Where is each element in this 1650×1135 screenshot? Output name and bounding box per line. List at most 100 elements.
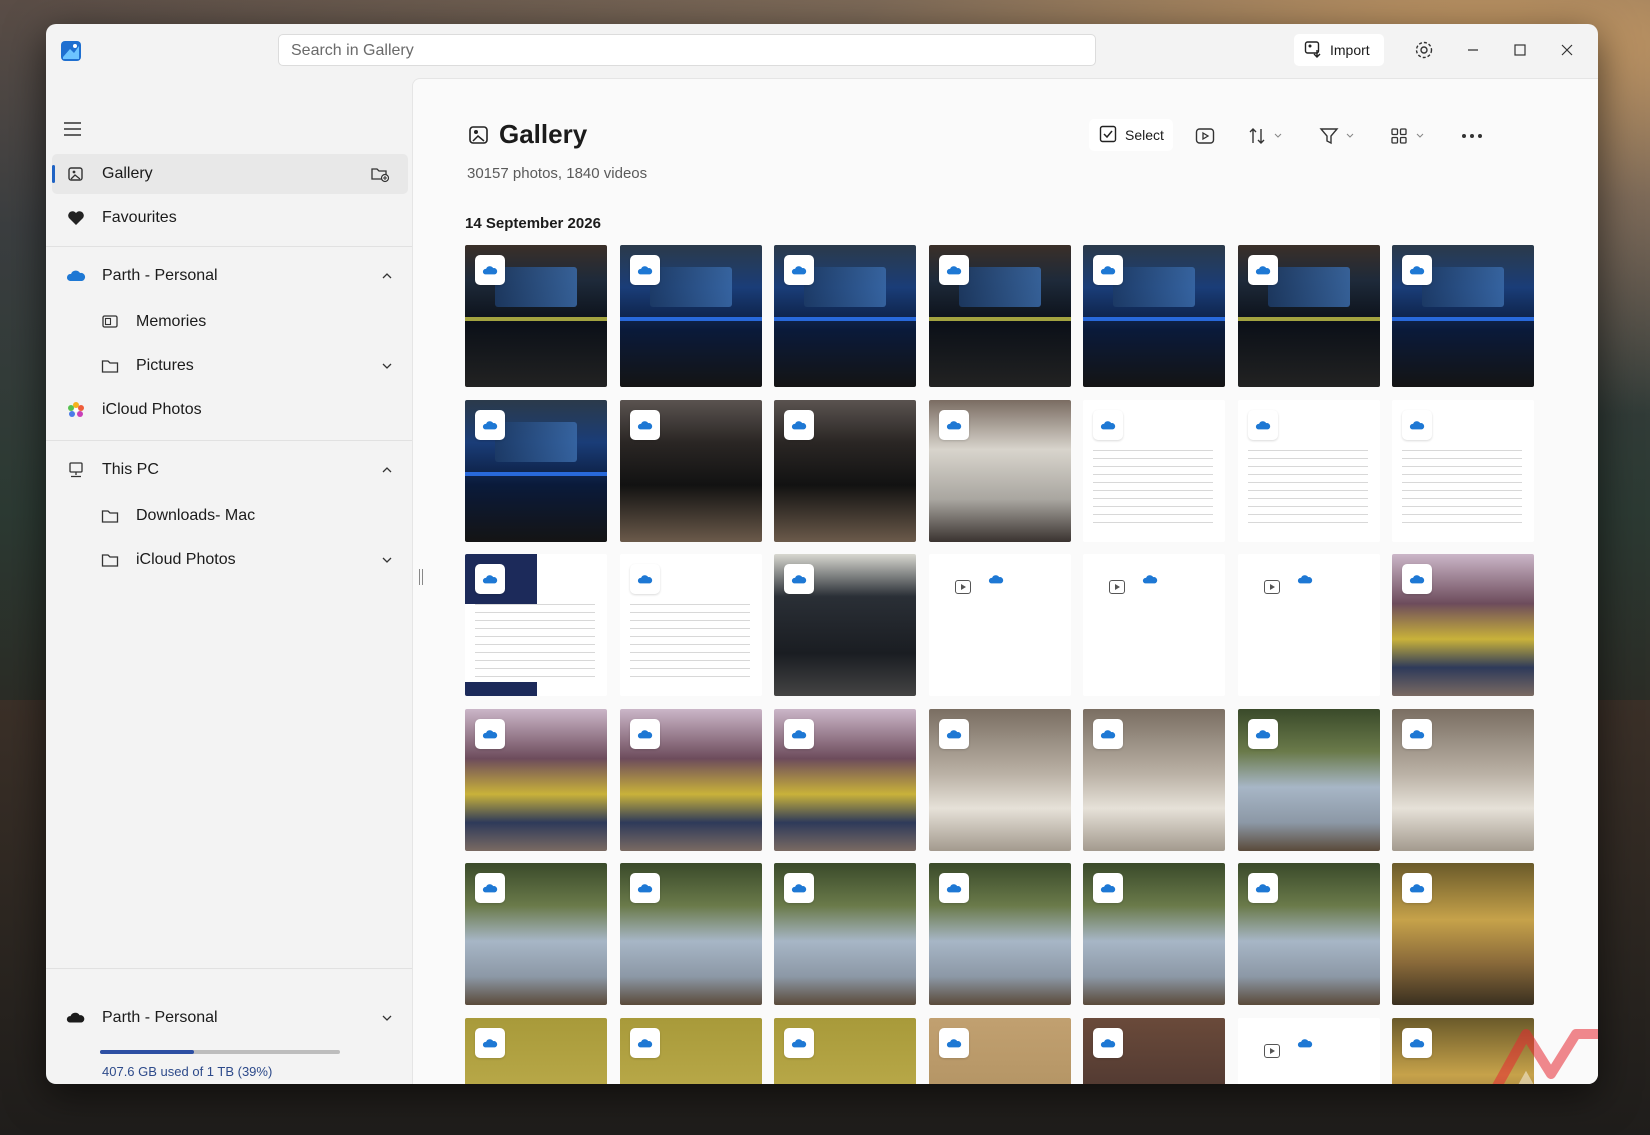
photo-thumbnail[interactable] (465, 245, 607, 387)
photo-thumbnail[interactable] (620, 554, 762, 696)
onedrive-cloud-icon (1290, 564, 1320, 594)
photo-thumbnail[interactable] (1392, 400, 1534, 542)
photo-thumbnail[interactable] (1392, 554, 1534, 696)
photo-thumbnail[interactable] (929, 709, 1071, 851)
photo-thumbnail[interactable] (929, 245, 1071, 387)
onedrive-cloud-icon (630, 255, 660, 285)
photo-thumbnail[interactable] (1238, 709, 1380, 851)
photo-thumbnail[interactable] (774, 554, 916, 696)
settings-gear-icon[interactable] (1412, 38, 1436, 62)
memories-icon (100, 312, 120, 332)
page-title: Gallery (499, 119, 588, 149)
video-thumbnail[interactable] (1083, 554, 1225, 696)
sidebar-divider (46, 246, 412, 247)
close-icon[interactable] (1555, 38, 1579, 62)
maximize-icon[interactable] (1508, 38, 1532, 62)
onedrive-cloud-icon (630, 873, 660, 903)
add-folder-icon[interactable] (370, 164, 390, 184)
video-icon (1093, 564, 1125, 594)
storage-account-selector[interactable]: Parth - Personal (52, 998, 408, 1038)
photo-thumbnail[interactable] (774, 863, 916, 1005)
photo-thumbnail[interactable] (1083, 709, 1225, 851)
photo-thumbnail[interactable] (1238, 245, 1380, 387)
sidebar-item-label: This PC (102, 461, 159, 478)
photo-thumbnail[interactable] (465, 1018, 607, 1084)
view-grid-icon[interactable] (1389, 125, 1425, 147)
search-input[interactable]: Search in Gallery (278, 34, 1096, 66)
photo-thumbnail[interactable] (620, 709, 762, 851)
storage-usage-text: 407.6 GB used of 1 TB (39%) (102, 1064, 273, 1079)
photo-thumbnail[interactable] (1238, 400, 1380, 542)
photo-thumbnail[interactable] (1392, 863, 1534, 1005)
photo-thumbnail[interactable] (929, 863, 1071, 1005)
chevron-down-icon[interactable] (380, 359, 394, 373)
chevron-up-icon[interactable] (380, 269, 394, 283)
onedrive-cloud-icon (1402, 564, 1432, 594)
photo-thumbnail[interactable] (1238, 863, 1380, 1005)
photo-thumbnail[interactable] (929, 1018, 1071, 1084)
chevron-down-icon (1346, 133, 1354, 138)
sidebar-item-pictures[interactable]: Pictures (52, 346, 408, 386)
onedrive-cloud-icon (784, 1028, 814, 1058)
gallery-icon (467, 123, 491, 147)
chevron-down-icon[interactable] (380, 1011, 394, 1025)
filter-icon[interactable] (1319, 125, 1355, 147)
photo-thumbnail[interactable] (465, 554, 607, 696)
onedrive-cloud-icon (1093, 1028, 1123, 1058)
photo-thumbnail[interactable] (774, 245, 916, 387)
onedrive-cloud-icon (1402, 1028, 1432, 1058)
photo-thumbnail[interactable] (620, 400, 762, 542)
sidebar-item-label: Gallery (102, 165, 153, 182)
sidebar-item-onedrive-personal[interactable]: Parth - Personal (52, 256, 408, 296)
sidebar-item-label: Downloads- Mac (136, 507, 256, 524)
sidebar-item-gallery[interactable]: Gallery (52, 154, 408, 194)
sidebar-item-memories[interactable]: Memories (52, 302, 408, 342)
chevron-up-icon[interactable] (380, 463, 394, 477)
onedrive-cloud-icon (475, 410, 505, 440)
sidebar: Gallery Favourites Parth - Personal Memo… (46, 78, 412, 1084)
chevron-down-icon[interactable] (380, 553, 394, 567)
photo-thumbnail[interactable] (774, 400, 916, 542)
photo-thumbnail[interactable] (774, 1018, 916, 1084)
photo-thumbnail[interactable] (620, 1018, 762, 1084)
sidebar-item-icloud-photos-folder[interactable]: iCloud Photos (52, 540, 408, 580)
photo-thumbnail[interactable] (1083, 400, 1225, 542)
onedrive-cloud-icon (784, 564, 814, 594)
photo-thumbnail[interactable] (465, 863, 607, 1005)
sort-icon[interactable] (1247, 125, 1283, 147)
photo-thumbnail[interactable] (1083, 245, 1225, 387)
onedrive-cloud-icon (630, 564, 660, 594)
select-button[interactable]: Select (1089, 119, 1173, 151)
onedrive-cloud-icon (1248, 410, 1278, 440)
sidebar-item-downloads-mac[interactable]: Downloads- Mac (52, 496, 408, 536)
slideshow-icon[interactable] (1195, 125, 1215, 147)
pane-splitter-handle[interactable] (419, 569, 423, 585)
photo-thumbnail[interactable] (774, 709, 916, 851)
photo-thumbnail[interactable] (465, 709, 607, 851)
video-thumbnail[interactable] (1238, 554, 1380, 696)
photo-thumbnail[interactable] (1392, 245, 1534, 387)
photo-thumbnail[interactable] (1083, 1018, 1225, 1084)
onedrive-cloud-icon (66, 266, 86, 286)
photo-thumbnail[interactable] (929, 400, 1071, 542)
photo-thumbnail[interactable] (465, 400, 607, 542)
photo-thumbnail[interactable] (620, 863, 762, 1005)
import-icon (1304, 40, 1322, 61)
photos-app-window: Search in Gallery Import Gallery Favouri… (46, 24, 1598, 1084)
photo-thumbnail[interactable] (620, 245, 762, 387)
onedrive-cloud-icon (630, 410, 660, 440)
video-thumbnail[interactable] (1238, 1018, 1380, 1084)
import-label: Import (1330, 42, 1370, 58)
media-count: 30157 photos, 1840 videos (467, 165, 648, 182)
photo-thumbnail[interactable] (1392, 709, 1534, 851)
photo-thumbnail[interactable] (1083, 863, 1225, 1005)
sidebar-item-favourites[interactable]: Favourites (52, 198, 408, 238)
sidebar-item-this-pc[interactable]: This PC (52, 450, 408, 490)
sidebar-divider (46, 968, 412, 969)
sidebar-item-icloud-photos[interactable]: iCloud Photos (52, 390, 408, 430)
hamburger-menu-icon[interactable] (62, 120, 84, 138)
minimize-icon[interactable] (1461, 38, 1485, 62)
import-button[interactable]: Import (1294, 34, 1384, 66)
more-options-icon[interactable] (1461, 125, 1483, 147)
video-thumbnail[interactable] (929, 554, 1071, 696)
